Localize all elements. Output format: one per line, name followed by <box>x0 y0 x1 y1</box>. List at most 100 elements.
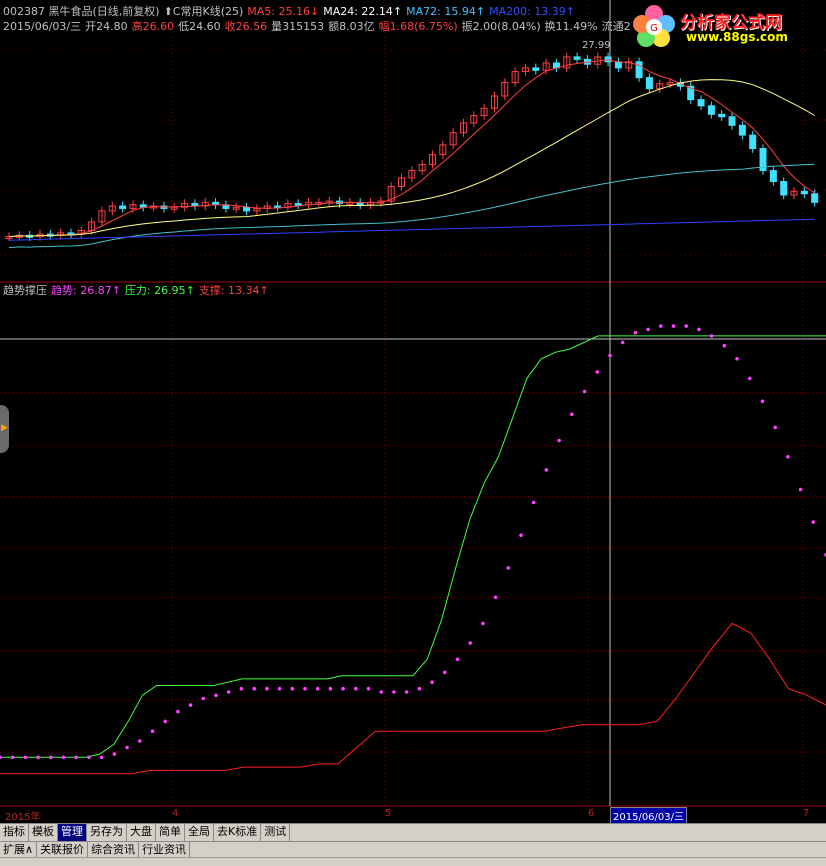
trend-dot <box>659 324 663 328</box>
tab-指标[interactable]: 指标 <box>0 824 29 841</box>
indicator-header: 趋势撑压 趋势: 26.87↑ 压力: 26.95↑ 支撑: 13.34↑ <box>3 284 273 298</box>
pressure-line <box>0 335 826 758</box>
trend-dot <box>125 745 129 750</box>
tab-大盘[interactable]: 大盘 <box>127 824 156 841</box>
trend-dot <box>214 693 218 698</box>
tab-测试[interactable]: 测试 <box>261 824 291 841</box>
candle-body <box>749 134 757 150</box>
cursor-date-label: 2015/06/03/三 <box>610 807 688 824</box>
candle-body <box>532 67 540 71</box>
trend-dot <box>188 703 193 707</box>
trend-dot <box>23 755 28 760</box>
trend-dot <box>455 657 460 662</box>
tab-模板[interactable]: 模板 <box>29 824 58 841</box>
trend-dot <box>226 690 231 694</box>
trend-dot <box>0 755 2 760</box>
candle-body <box>780 181 788 196</box>
trend-dot <box>748 376 752 381</box>
trend-dot <box>74 755 78 760</box>
trend-dot <box>735 357 739 361</box>
tab-去K标准[interactable]: 去K标准 <box>214 824 262 841</box>
trend-dot <box>468 641 473 645</box>
indicator-field-0: 趋势撑压 <box>3 284 47 297</box>
trend-dot <box>150 729 155 733</box>
trend-dot <box>366 686 371 691</box>
trend-dot <box>290 686 295 691</box>
trend-dot <box>798 487 803 492</box>
info-tab-关联报价[interactable]: 关联报价 <box>37 842 89 858</box>
tab-简单[interactable]: 简单 <box>156 824 185 841</box>
candle-body <box>811 193 819 203</box>
indicator-field-1: 趋势: 26.87↑ <box>51 284 121 297</box>
trend-dot <box>252 686 256 691</box>
trend-dot <box>10 755 15 760</box>
trend-dot <box>379 690 384 694</box>
candle-body <box>614 61 622 69</box>
trend-dot <box>315 686 320 691</box>
candle-body <box>645 77 653 90</box>
trend-dot <box>392 690 396 694</box>
trend-dot <box>633 330 638 335</box>
trend-dot <box>163 719 167 724</box>
trend-dot <box>443 670 447 675</box>
trend-dot <box>49 755 53 760</box>
trend-dot <box>582 389 587 394</box>
trend-dot <box>557 438 561 443</box>
trend-dot <box>138 739 142 743</box>
trend-dot <box>61 755 66 760</box>
info-tab-综合资讯[interactable]: 综合资讯 <box>88 842 140 858</box>
tab-全局[interactable]: 全局 <box>185 824 214 841</box>
indicator-field-2: 压力: 26.95↑ <box>124 284 195 297</box>
trend-dot <box>773 425 777 430</box>
trend-dot <box>112 752 117 756</box>
date-label: 2015年 <box>5 812 41 823</box>
info-tab-行业资讯[interactable]: 行业资讯 <box>139 842 191 858</box>
panel-toggle-handle[interactable]: ▶ <box>0 405 9 453</box>
candle-body <box>769 170 777 183</box>
date-axis: 2015年 4 5 6 7 2015/06/03/三 <box>0 807 826 824</box>
trend-dot <box>709 334 714 338</box>
caret-right-icon: ▶ <box>1 423 8 433</box>
trend-dot <box>760 399 765 404</box>
trend-dot <box>87 755 91 760</box>
trend-dot <box>671 324 676 328</box>
trend-dot <box>684 324 688 328</box>
trend-dot <box>239 686 244 691</box>
trend-dot <box>404 690 409 694</box>
candle-body <box>707 105 715 115</box>
tab-另存为[interactable]: 另存为 <box>87 824 127 841</box>
indicator-toolbar: 指标 模板 管理 另存为 大盘 简单 全局 去K标准 测试 <box>0 823 826 841</box>
trend-dot <box>417 686 422 691</box>
trend-dot <box>620 340 625 345</box>
tab-管理[interactable]: 管理 <box>58 824 87 841</box>
candle-body <box>119 205 127 209</box>
high-price-label: 27.99 <box>582 40 611 51</box>
candle-body <box>728 116 736 126</box>
trend-dot <box>201 696 206 701</box>
trend-dot <box>544 468 549 472</box>
trend-dot <box>608 353 612 358</box>
candle-body <box>738 124 746 136</box>
support-line <box>0 622 826 775</box>
trend-dot <box>328 686 333 691</box>
trend-dot <box>303 686 307 691</box>
candle-body <box>697 99 705 107</box>
trend-dot <box>786 455 790 459</box>
date-label: 5 <box>385 808 392 819</box>
trend-dot <box>265 686 269 691</box>
trend-dot <box>595 370 600 374</box>
trend-dot <box>697 327 701 332</box>
trend-dot <box>341 686 345 691</box>
candle-body <box>718 113 726 118</box>
trend-dot <box>570 412 574 417</box>
ma200-line <box>8 218 815 241</box>
trend-dot <box>277 686 282 691</box>
ma24-line <box>8 79 815 238</box>
info-tabbar: 扩展∧ 关联报价 综合资讯 行业资讯 <box>0 841 826 858</box>
trend-dot <box>722 343 727 348</box>
info-tab-扩展∧[interactable]: 扩展∧ <box>0 842 38 858</box>
candle-body <box>573 56 581 60</box>
stock-chart[interactable]: 27.99 <box>0 0 826 823</box>
trend-dot <box>531 500 536 505</box>
candle-body <box>243 206 251 212</box>
